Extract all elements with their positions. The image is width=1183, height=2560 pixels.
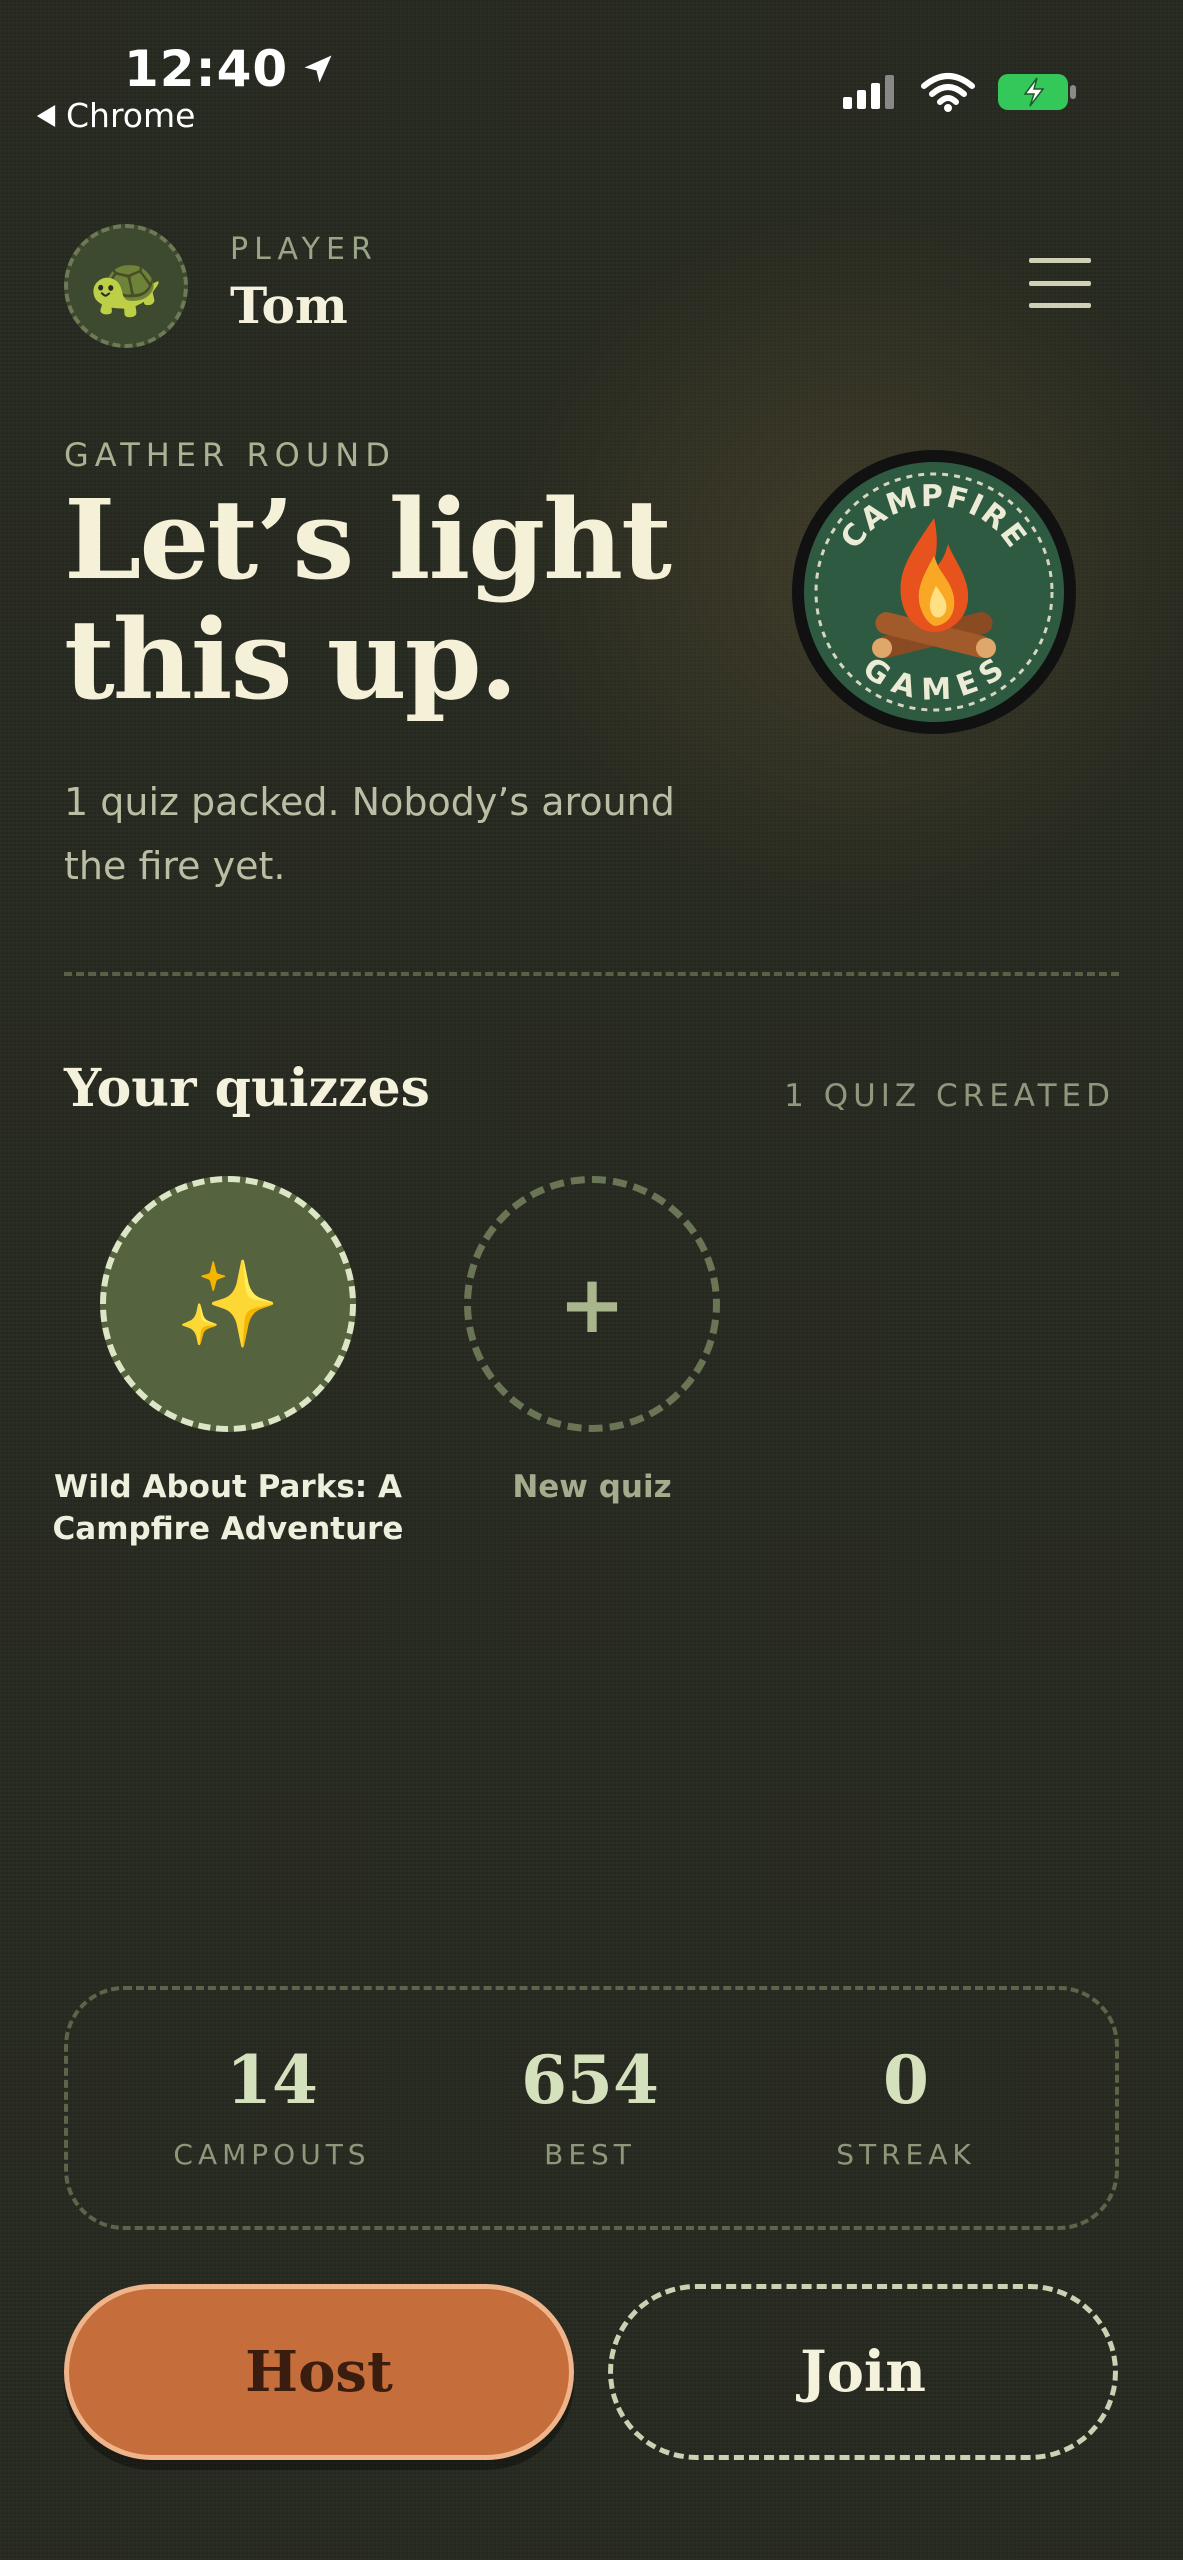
player-avatar[interactable]: 🐢 xyxy=(64,224,188,348)
stat-streak: 0 STREAK xyxy=(776,2044,1036,2171)
stat-value: 0 xyxy=(883,2041,929,2119)
stat-value: 654 xyxy=(521,2041,659,2119)
location-arrow-icon xyxy=(304,55,332,83)
stat-value: 14 xyxy=(226,2041,318,2119)
stat-label: BEST xyxy=(544,2138,636,2171)
back-triangle-icon xyxy=(36,104,56,127)
quiz-icon: ✨ xyxy=(175,1254,281,1353)
quiz-card[interactable]: ✨ Wild About Parks: A Campfire Adventure xyxy=(53,1176,403,1550)
plus-icon[interactable]: + xyxy=(464,1176,720,1432)
back-to-app-link[interactable]: Chrome xyxy=(36,96,195,135)
quizzes-count: 1 QUIZ CREATED xyxy=(784,1078,1115,1114)
stat-label: CAMPOUTS xyxy=(173,2138,371,2171)
player-kicker: PLAYER xyxy=(230,232,378,267)
hero-title: Let’s light this up. xyxy=(64,475,672,724)
new-quiz-button[interactable]: + New quiz xyxy=(462,1176,722,1508)
stat-campouts: 14 CAMPOUTS xyxy=(142,2044,402,2171)
hamburger-menu-icon[interactable] xyxy=(1029,258,1091,308)
new-quiz-plus: + xyxy=(558,1257,626,1351)
host-button[interactable]: Host xyxy=(64,2284,574,2460)
section-divider xyxy=(64,972,1119,976)
player-name: Tom xyxy=(230,276,348,335)
hero-kicker: GATHER ROUND xyxy=(64,436,396,474)
new-quiz-label: New quiz xyxy=(512,1469,672,1505)
quizzes-section-title: Your quizzes xyxy=(64,1058,430,1119)
campfire-games-logo: CAMPFIRE GAMES xyxy=(792,450,1076,734)
wifi-icon xyxy=(921,73,975,112)
status-time: 12:40 xyxy=(124,40,336,98)
quiz-title: Wild About Parks: A Campfire Adventure xyxy=(52,1469,404,1547)
cellular-signal-icon xyxy=(843,75,894,109)
stat-label: STREAK xyxy=(836,2138,976,2171)
sparkles-icon[interactable]: ✨ xyxy=(100,1176,356,1432)
status-icons xyxy=(843,72,1077,112)
status-time-text: 12:40 xyxy=(124,40,289,98)
turtle-icon: 🐢 xyxy=(88,251,164,322)
back-app-label: Chrome xyxy=(66,96,196,135)
hero-subtitle: 1 quiz packed. Nobody’s around the fire … xyxy=(64,780,675,888)
join-button[interactable]: Join xyxy=(608,2284,1118,2460)
stat-best: 654 BEST xyxy=(460,2044,720,2171)
battery-charging-icon xyxy=(998,74,1076,110)
